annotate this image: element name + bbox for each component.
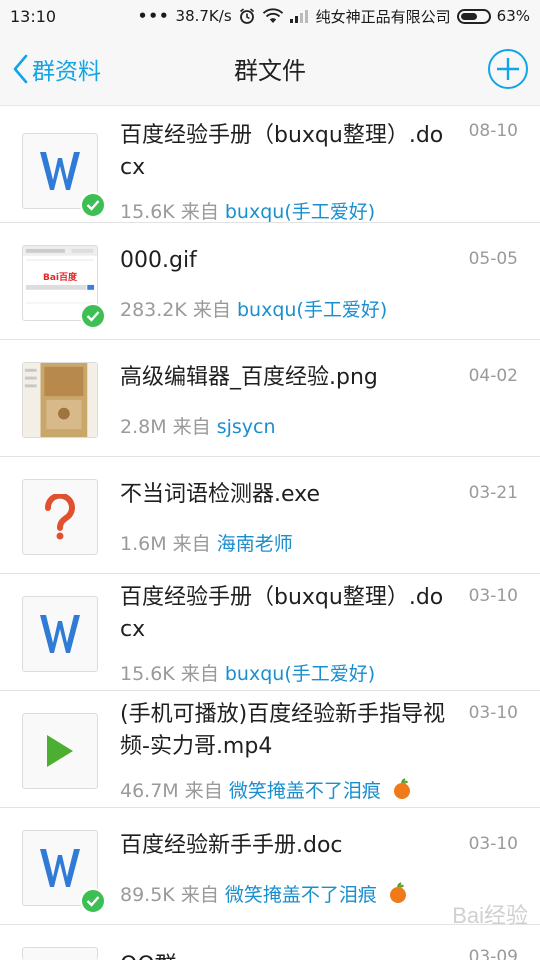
status-dots: ••• bbox=[137, 7, 170, 25]
file-name: 不当词语检测器.exe bbox=[120, 482, 321, 507]
downloaded-check-icon bbox=[80, 192, 106, 218]
file-list: 百度经验手册（buxqu整理）.docx 08-10 15.6K 来自 buxq… bbox=[0, 106, 540, 960]
file-row[interactable]: 百度经验手册（buxqu整理）.docx 08-10 15.6K 来自 buxq… bbox=[0, 106, 540, 223]
watermark: Bai经验 bbox=[452, 903, 528, 928]
file-name: 百度经验手册（buxqu整理）.docx bbox=[120, 123, 444, 180]
network-speed: 38.7K/s bbox=[175, 7, 232, 25]
file-date: 03-10 bbox=[468, 586, 518, 606]
from-label: 来自 bbox=[184, 780, 223, 802]
file-date: 03-10 bbox=[468, 834, 518, 854]
file-size: 15.6K bbox=[120, 201, 175, 223]
file-name: QQ群… bbox=[120, 947, 199, 960]
baidu-logo-text: Bai百度 bbox=[43, 273, 78, 283]
video-play-icon bbox=[22, 713, 98, 789]
from-label: 来自 bbox=[172, 416, 211, 438]
file-meta: 2.8M 来自 sjsycn bbox=[120, 412, 276, 439]
file-size: 283.2K bbox=[120, 299, 187, 321]
downloaded-check-icon bbox=[80, 303, 106, 329]
file-date: 03-10 bbox=[468, 703, 518, 723]
file-name: (手机可播放)百度经验新手指导视频-实力哥.mp4 bbox=[120, 702, 446, 759]
file-row-partial[interactable]: QQ群… 03-09 bbox=[0, 925, 540, 960]
file-size: 46.7M bbox=[120, 780, 179, 802]
file-row[interactable]: Bai百度 000.gif 05-05 283.2K 来自 buxqu(手工爱好… bbox=[0, 223, 540, 340]
file-meta: 15.6K 来自 buxqu(手工爱好) bbox=[120, 659, 375, 686]
plus-icon bbox=[497, 58, 519, 80]
word-doc-icon bbox=[22, 596, 98, 672]
file-size: 1.6M bbox=[120, 533, 167, 555]
file-meta: 283.2K 来自 buxqu(手工爱好) bbox=[120, 295, 387, 322]
status-right-group: ••• 38.7K/s 纯女神正品有限公司 63% bbox=[138, 6, 530, 27]
uploader-link[interactable]: sjsycn bbox=[217, 416, 276, 438]
file-row[interactable]: 不当词语检测器.exe 03-21 1.6M 来自 海南老师 bbox=[0, 457, 540, 574]
apple-emoji-icon bbox=[387, 882, 409, 909]
from-label: 来自 bbox=[180, 201, 219, 223]
status-bar: 13:10 ••• 38.7K/s 纯女神正品有限公司 63% bbox=[0, 0, 540, 32]
uploader-link[interactable]: 海南老师 bbox=[217, 533, 293, 555]
file-row[interactable]: 百度经验手册（buxqu整理）.docx 03-10 15.6K 来自 buxq… bbox=[0, 574, 540, 691]
battery-percent: 63% bbox=[496, 7, 530, 25]
file-name: 百度经验手册（buxqu整理）.docx bbox=[120, 585, 444, 642]
uploader-link[interactable]: buxqu(手工爱好) bbox=[237, 299, 387, 321]
page-title: 群文件 bbox=[234, 57, 306, 85]
add-file-button[interactable] bbox=[488, 49, 528, 89]
file-date: 05-05 bbox=[468, 249, 518, 269]
uploader-link[interactable]: 微笑掩盖不了泪痕 bbox=[229, 780, 381, 802]
file-size: 2.8M bbox=[120, 416, 167, 438]
back-label: 群资料 bbox=[32, 59, 101, 85]
file-meta: 89.5K 来自 微笑掩盖不了泪痕 bbox=[120, 880, 409, 909]
from-label: 来自 bbox=[172, 533, 211, 555]
signal-icon bbox=[289, 9, 310, 23]
wifi-icon bbox=[262, 8, 284, 24]
status-time: 13:10 bbox=[10, 6, 57, 26]
battery-icon bbox=[456, 8, 491, 24]
chevron-left-icon bbox=[13, 54, 28, 84]
from-label: 来自 bbox=[192, 299, 231, 321]
uploader-link[interactable]: buxqu(手工爱好) bbox=[225, 663, 375, 685]
file-row[interactable]: 高级编辑器_百度经验.png 04-02 2.8M 来自 sjsycn bbox=[0, 340, 540, 457]
file-meta: 46.7M 来自 微笑掩盖不了泪痕 bbox=[120, 776, 413, 805]
file-size: 15.6K bbox=[120, 663, 175, 685]
png-thumbnail bbox=[22, 362, 98, 438]
file-row[interactable]: (手机可播放)百度经验新手指导视频-实力哥.mp4 03-10 46.7M 来自… bbox=[0, 691, 540, 808]
apple-emoji-icon bbox=[391, 778, 413, 805]
file-date: 08-10 bbox=[468, 121, 518, 141]
file-date: 04-02 bbox=[468, 366, 518, 386]
uploader-link[interactable]: 微笑掩盖不了泪痕 bbox=[225, 884, 377, 906]
from-label: 来自 bbox=[180, 663, 219, 685]
downloaded-check-icon bbox=[80, 888, 106, 914]
title-bar: 群资料 群文件 bbox=[0, 32, 540, 106]
file-thumbnail bbox=[22, 947, 98, 960]
alarm-icon bbox=[238, 7, 256, 25]
carrier-name: 纯女神正品有限公司 bbox=[315, 7, 451, 26]
back-button[interactable]: 群资料 bbox=[12, 32, 101, 106]
file-name: 高级编辑器_百度经验.png bbox=[120, 365, 378, 390]
file-meta: 1.6M 来自 海南老师 bbox=[120, 529, 293, 556]
file-meta: 15.6K 来自 buxqu(手工爱好) bbox=[120, 197, 375, 224]
file-name: 百度经验新手手册.doc bbox=[120, 833, 343, 858]
file-date: 03-21 bbox=[468, 483, 518, 503]
file-name: 000.gif bbox=[120, 248, 197, 273]
uploader-link[interactable]: buxqu(手工爱好) bbox=[225, 201, 375, 223]
file-date: 03-09 bbox=[468, 947, 518, 960]
from-label: 来自 bbox=[180, 884, 219, 906]
file-size: 89.5K bbox=[120, 884, 175, 906]
question-mark-icon bbox=[22, 479, 98, 555]
